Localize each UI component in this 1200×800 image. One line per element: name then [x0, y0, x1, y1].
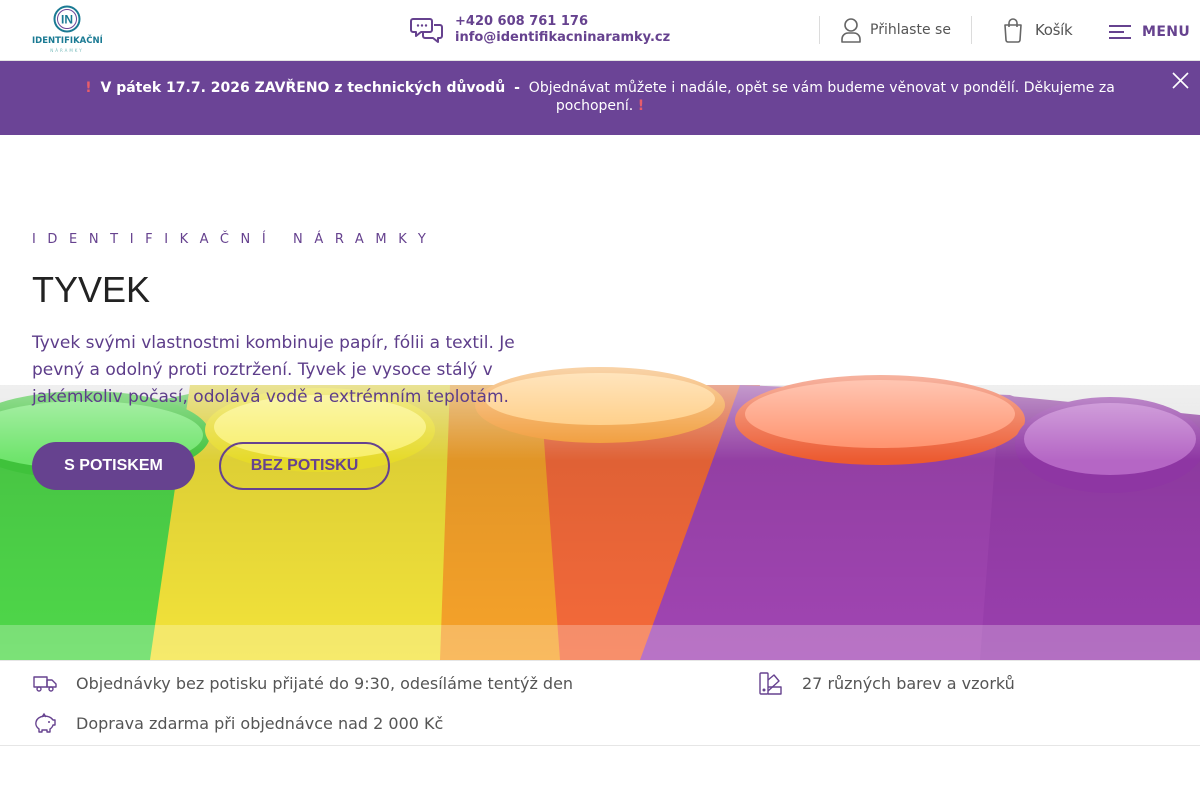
features-bar: Objednávky bez potisku přijaté do 9:30, … — [0, 660, 1200, 746]
delivery-truck-icon — [33, 676, 57, 692]
chat-bubbles-icon — [410, 18, 443, 43]
site-header: IN IDENTIFIKAČNÍ NÁRAMKY +420 608 761 17… — [0, 0, 1200, 61]
logo-subtext: NÁRAMKY — [50, 48, 84, 53]
notice-body: Objednávat můžete i nadále, opět se vám … — [528, 80, 1115, 114]
header-divider — [971, 16, 972, 44]
logo-emblem-icon: IN — [53, 5, 81, 33]
with-print-button[interactable]: S POTISKEM — [32, 442, 195, 490]
phone-link[interactable]: +420 608 761 176 — [455, 14, 588, 29]
hamburger-icon — [1109, 25, 1131, 39]
without-print-button[interactable]: BEZ POTISKU — [219, 442, 390, 490]
login-button[interactable]: Přihlaste se — [840, 16, 951, 44]
notice-message: ! V pátek 17.7. 2026 ZAVŘENO z technický… — [70, 79, 1130, 115]
menu-button[interactable]: MENU — [1108, 20, 1190, 44]
menu-label: MENU — [1142, 24, 1191, 40]
hero-section: IDENTIFIKAČNÍ NÁRAMKY TYVEK Tyvek svými … — [0, 135, 1200, 660]
cart-label: Košík — [1035, 21, 1073, 39]
feature-item: Objednávky bez potisku přijaté do 9:30, … — [32, 670, 573, 696]
hero-eyebrow: IDENTIFIKAČNÍ NÁRAMKY — [32, 232, 438, 247]
close-icon[interactable] — [1171, 71, 1190, 90]
feature-label: Objednávky bez potisku přijaté do 9:30, … — [76, 673, 574, 693]
feature-label: Doprava zdarma při objednávce nad 2 000 … — [76, 713, 444, 733]
shopping-bag-icon — [1004, 18, 1022, 43]
notice-exclamation: ! — [637, 98, 645, 114]
page-title: TYVEK — [32, 269, 151, 310]
notice-exclamation: ! — [85, 80, 92, 96]
login-label: Přihlaste se — [870, 22, 951, 38]
site-logo[interactable]: IN IDENTIFIKAČNÍ NÁRAMKY — [32, 5, 103, 55]
feature-item: Doprava zdarma při objednávce nad 2 000 … — [32, 710, 443, 736]
header-divider — [819, 16, 820, 44]
logo-badge-text: IN — [61, 13, 73, 27]
feature-item: 27 různých barev a vzorků — [758, 670, 1015, 696]
notice-dash: - — [514, 80, 520, 96]
color-swatches-icon — [759, 672, 782, 695]
cart-button[interactable]: Košík — [1002, 16, 1073, 44]
user-icon — [841, 18, 861, 43]
feature-label: 27 různých barev a vzorků — [802, 673, 1015, 693]
piggy-bank-icon — [35, 712, 56, 733]
email-link[interactable]: info@identifikacninaramky.cz — [455, 30, 670, 45]
closure-notice-bar: ! V pátek 17.7. 2026 ZAVŘENO z technický… — [0, 61, 1200, 135]
logo-text: IDENTIFIKAČNÍ — [32, 36, 103, 46]
notice-headline: V pátek 17.7. 2026 ZAVŘENO z technických… — [100, 80, 506, 96]
hero-description: Tyvek svými vlastnostmi kombinuje papír,… — [32, 333, 515, 407]
